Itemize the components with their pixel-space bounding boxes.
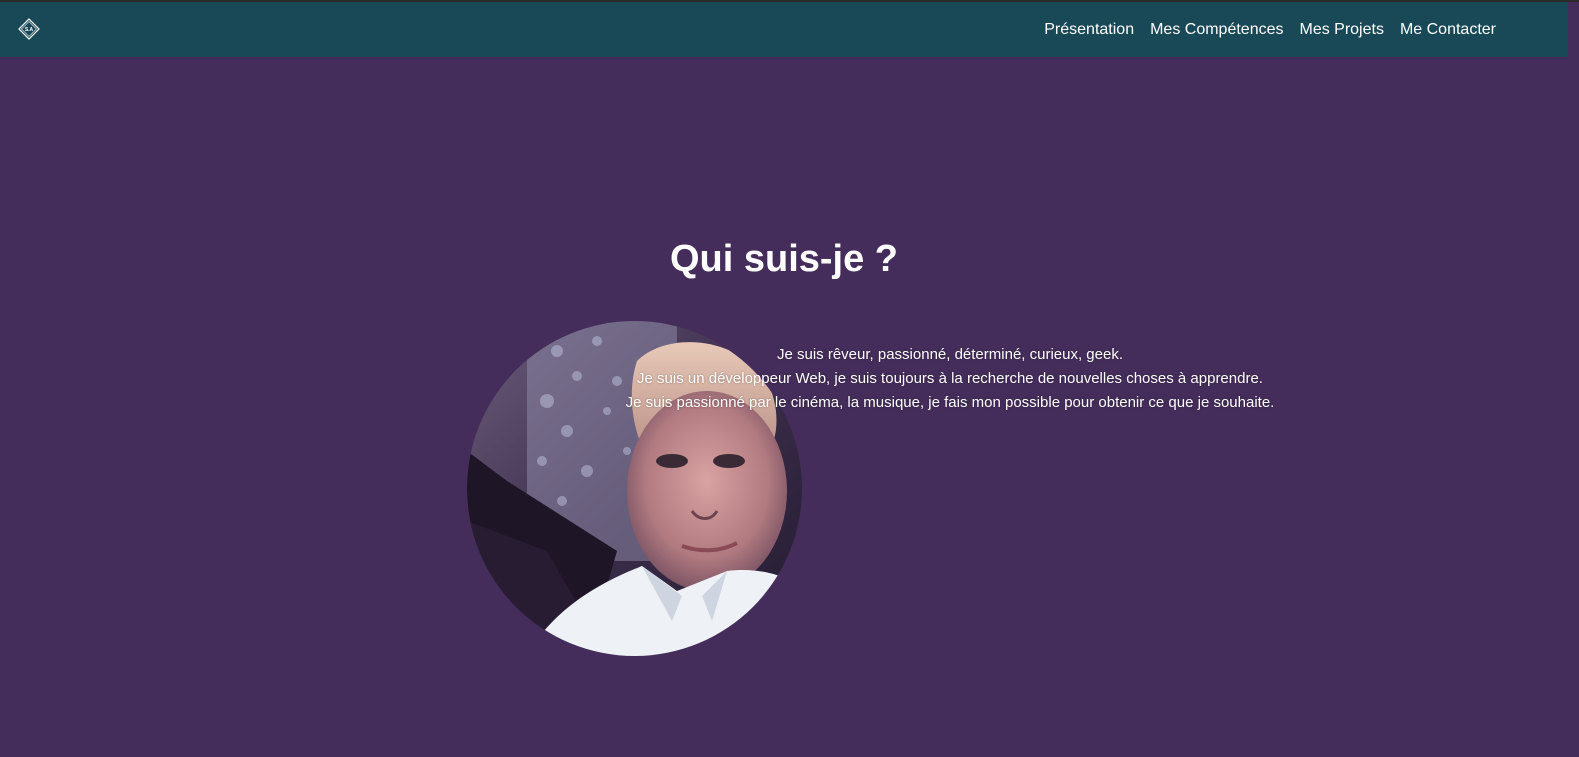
nav-link-competences[interactable]: Mes Compétences <box>1150 21 1283 39</box>
nav-link-presentation[interactable]: Présentation <box>1044 21 1134 39</box>
bio-line: Je suis un développeur Web, je suis touj… <box>637 370 1263 387</box>
top-navbar: S.A Présentation Mes Compétences Mes Pro… <box>0 2 1568 57</box>
bio-text: Je suis rêveur, passionné, déterminé, cu… <box>520 343 1380 415</box>
site-logo-text: S.A <box>25 27 34 33</box>
nav-links: Présentation Mes Compétences Mes Projets… <box>1044 2 1496 57</box>
scrollbar-gutter[interactable] <box>1568 2 1579 757</box>
nav-link-contact[interactable]: Me Contacter <box>1400 21 1496 39</box>
site-logo-icon[interactable]: S.A <box>18 18 40 40</box>
bio-line: Je suis passionné par le cinéma, la musi… <box>625 394 1275 411</box>
page-title: Qui suis-je ? <box>669 238 899 280</box>
nav-link-projets[interactable]: Mes Projets <box>1299 21 1383 39</box>
bio-line: Je suis rêveur, passionné, déterminé, cu… <box>776 346 1124 363</box>
